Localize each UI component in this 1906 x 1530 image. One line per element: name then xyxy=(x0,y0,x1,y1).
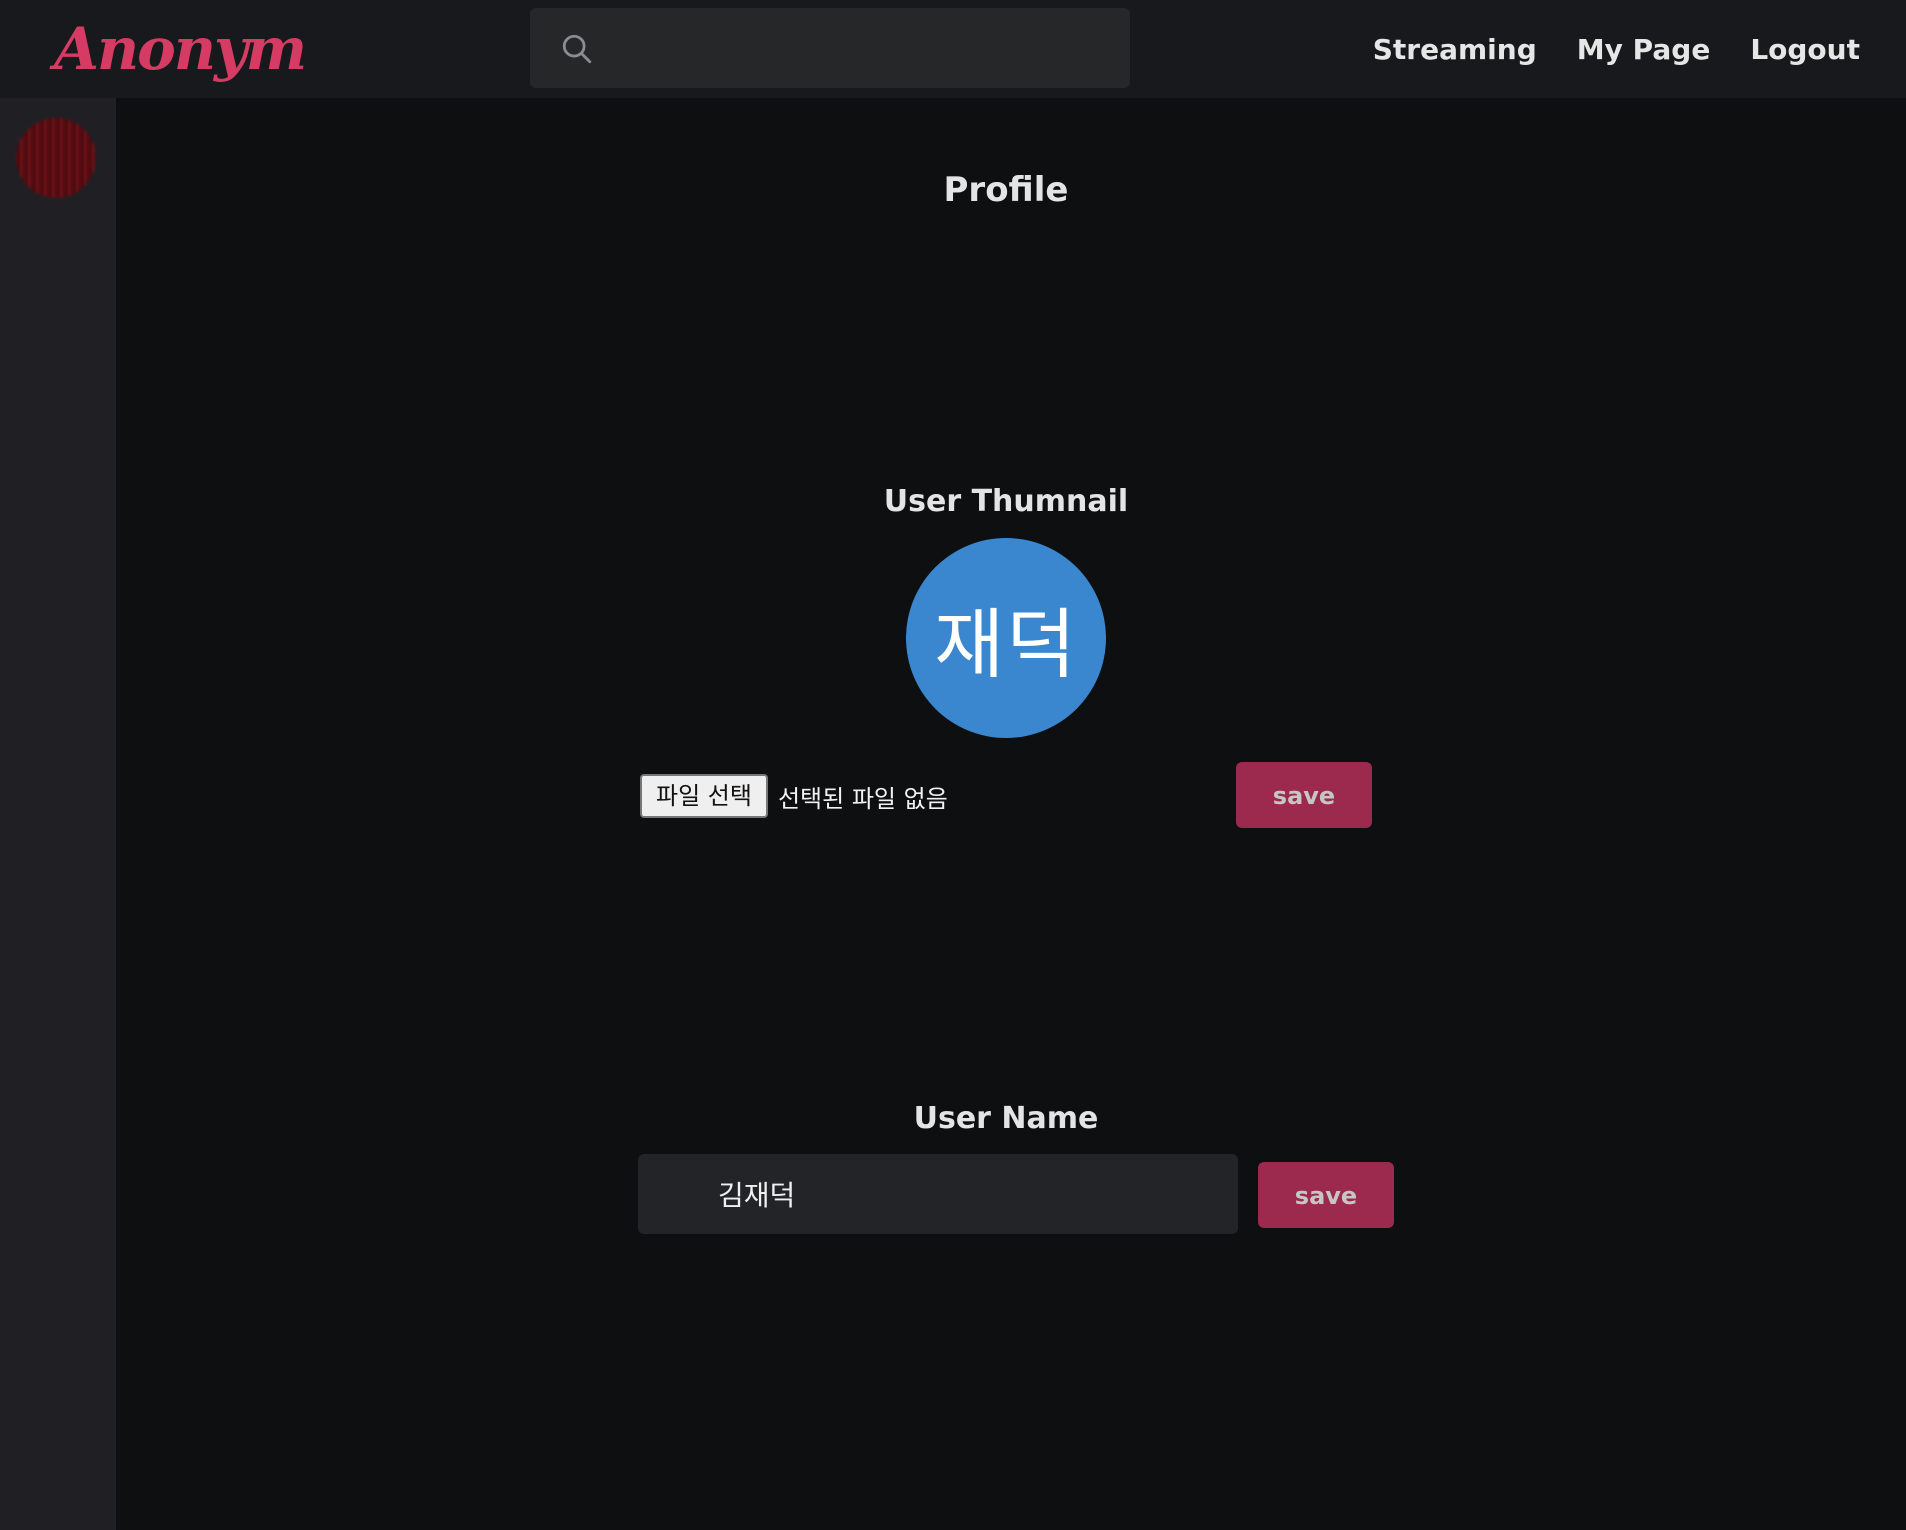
thumbnail-section-title: User Thumnail xyxy=(883,484,1129,519)
username-input[interactable] xyxy=(716,1164,1216,1224)
nav-logout-link[interactable]: Logout xyxy=(1750,33,1860,66)
sidebar xyxy=(0,98,116,1530)
username-field[interactable] xyxy=(638,1154,1238,1234)
save-thumbnail-button[interactable]: save xyxy=(1236,762,1372,828)
search-bar[interactable] xyxy=(530,8,1130,88)
save-username-button[interactable]: save xyxy=(1258,1162,1394,1228)
top-navbar: Anonym Streaming My Page Logout xyxy=(0,0,1906,98)
nav-my-page-link[interactable]: My Page xyxy=(1577,33,1711,66)
file-upload: 파일 선택 선택된 파일 없음 xyxy=(640,774,948,818)
page-title: Profile xyxy=(943,170,1069,210)
file-status-text: 선택된 파일 없음 xyxy=(777,784,948,813)
nav-streaming-link[interactable]: Streaming xyxy=(1373,33,1537,66)
profile-page: Profile User Thumnail 재덕 파일 선택 선택된 파일 없음… xyxy=(116,98,1906,1530)
search-icon xyxy=(562,34,592,64)
file-select-button[interactable]: 파일 선택 xyxy=(640,774,768,818)
username-section-title: User Name xyxy=(913,1101,1099,1136)
logo[interactable]: Anonym xyxy=(54,4,307,94)
search-input[interactable] xyxy=(610,18,1110,78)
sidebar-avatar[interactable] xyxy=(16,118,96,198)
user-thumbnail-avatar: 재덕 xyxy=(906,538,1106,738)
main-nav: Streaming My Page Logout xyxy=(1373,0,1860,98)
